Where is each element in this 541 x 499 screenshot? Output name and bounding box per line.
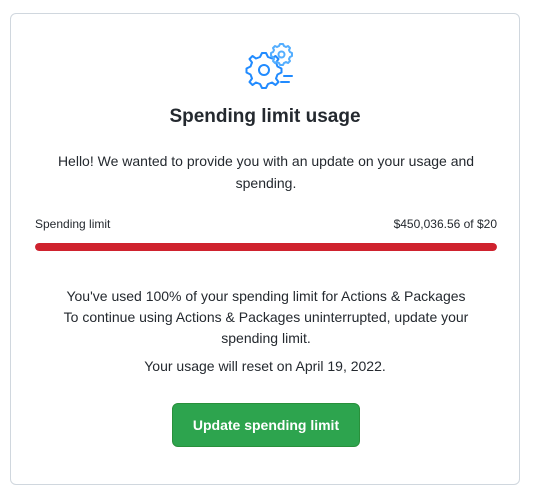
- spending-limit-card: Spending limit usage Hello! We wanted to…: [10, 13, 520, 485]
- gears-icon: [243, 42, 295, 94]
- reset-date-text: Your usage will reset on April 19, 2022.: [144, 358, 386, 374]
- update-spending-limit-button[interactable]: Update spending limit: [172, 403, 360, 447]
- usage-line-2: To continue using Actions & Packages uni…: [63, 309, 469, 346]
- usage-line-1: You've used 100% of your spending limit …: [66, 288, 466, 304]
- spending-progress-fill: [35, 243, 497, 251]
- spending-limit-value: $450,036.56 of $20: [393, 217, 497, 231]
- spending-limit-label: Spending limit: [35, 217, 111, 231]
- usage-message: You've used 100% of your spending limit …: [46, 286, 486, 349]
- intro-text: Hello! We wanted to provide you with an …: [57, 153, 475, 191]
- spending-progress-bar: [35, 243, 497, 251]
- page-title: Spending limit usage: [169, 106, 361, 127]
